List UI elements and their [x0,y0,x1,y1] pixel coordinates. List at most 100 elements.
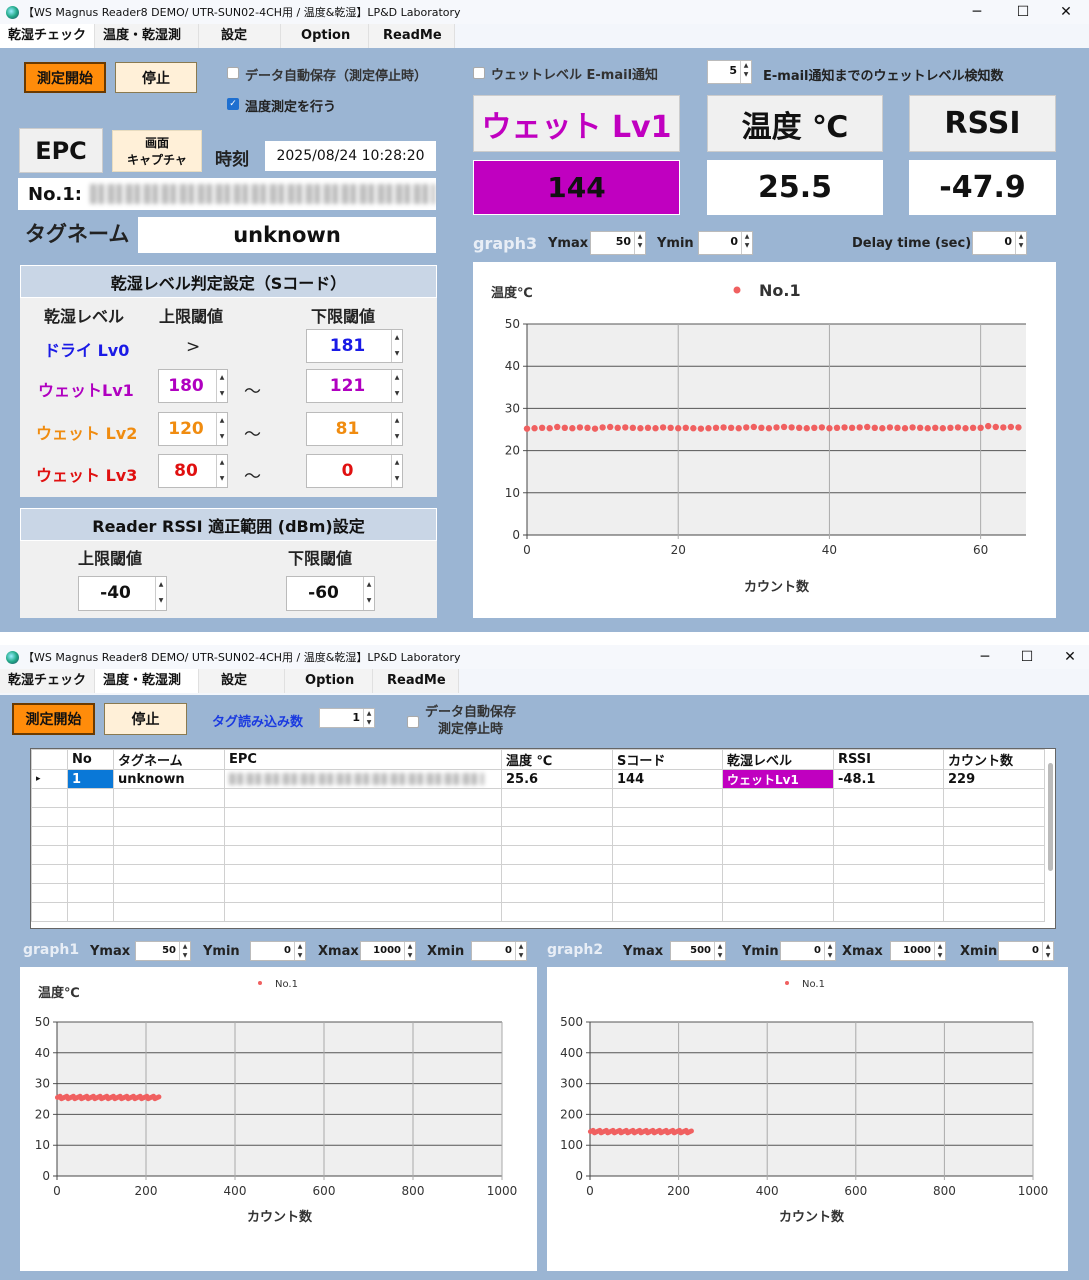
column-header[interactable]: RSSI [833,749,944,770]
cell-tagname[interactable]: unknown [113,769,225,789]
tab-readme[interactable]: ReadMe [373,669,460,693]
y-tick-label: 300 [560,1077,583,1091]
spinner-arrows-icon[interactable]: ▲ ▼ [740,61,751,83]
cell-rssi[interactable]: -48.1 [833,769,944,789]
spinner-arrows-icon[interactable]: ▲ ▼ [714,942,725,960]
email-notify-label: ウェットレベル E-mail通知 [491,68,659,83]
tab-settings[interactable]: 設定 [199,669,286,693]
column-header[interactable]: タグネーム [113,749,225,770]
temp-measure-checkbox[interactable]: ✓ [227,98,239,110]
y-tick-label: 400 [560,1046,583,1060]
cell-count[interactable]: 229 [943,769,1045,789]
spinner-arrows-icon[interactable]: ▲ ▼ [515,942,526,960]
graph1-xmin-spinner[interactable]: 0 ▲ ▼ [471,941,527,961]
email-notify-checkbox[interactable] [473,67,485,79]
column-header[interactable]: 乾湿レベル [722,749,834,770]
delay-time-spinner[interactable]: 0 ▲ ▼ [972,231,1027,255]
close-icon[interactable]: ✕ [1043,0,1089,24]
epc-blurred-value [90,184,435,204]
maximize-icon[interactable]: ☐ [1000,0,1046,24]
epc-button[interactable]: EPC [19,128,103,173]
level-upper-spinner-3[interactable]: 80 ▲ ▼ [158,454,228,488]
empty-cell [943,807,1045,827]
start-measure-button[interactable]: 測定開始 [24,62,106,93]
spinner-arrows-icon[interactable]: ▲ ▼ [179,942,190,960]
spinner-arrows-icon[interactable]: ▲ ▼ [216,370,227,402]
epc-cell[interactable] [224,769,502,789]
spinner-arrows-icon[interactable]: ▲ ▼ [391,455,402,487]
close-icon[interactable]: ✕ [1047,645,1089,669]
row-selector-icon[interactable]: ▸ [31,769,68,789]
minimize-icon[interactable]: ─ [954,0,1000,24]
spinner-arrows-icon[interactable]: ▲ ▼ [155,577,166,610]
level-upper-spinner-2[interactable]: 120 ▲ ▼ [158,412,228,446]
column-header[interactable]: No [67,749,114,770]
spinner-arrows-icon[interactable]: ▲ ▼ [404,942,415,960]
graph1-ymax-spinner[interactable]: 50 ▲ ▼ [135,941,191,961]
empty-cell [224,864,502,884]
spinner-arrows-icon[interactable]: ▲ ▼ [391,413,402,445]
table-row[interactable]: ▸ 1 unknown 25.6 144 ウェットLv1 -48.1 229 [31,769,1045,789]
spinner-arrows-icon[interactable]: ▲ ▼ [391,330,402,362]
column-header[interactable]: Sコード [612,749,723,770]
rssi-lower-spinner[interactable]: -60 ▲ ▼ [286,576,375,611]
empty-cell [31,864,68,884]
graph3-ymin-spinner[interactable]: 0 ▲ ▼ [698,231,753,255]
grid-scrollbar[interactable] [1048,763,1053,871]
graph3-ymax-spinner[interactable]: 50 ▲ ▼ [590,231,646,255]
cell-scode[interactable]: 144 [612,769,723,789]
tag-count-spinner[interactable]: 1 ▲ ▼ [319,708,375,728]
tab-option[interactable]: Option [281,24,370,48]
start-measure-button[interactable]: 測定開始 [12,703,95,735]
tab-temp-measure[interactable]: 温度・乾湿測定 [95,669,200,712]
rssi-upper-spinner[interactable]: -40 ▲ ▼ [78,576,167,611]
legend-marker-icon [733,286,741,294]
spinner-arrows-icon[interactable]: ▲ ▼ [934,942,945,960]
spinner-arrows-icon[interactable]: ▲ ▼ [363,577,374,610]
tab-option[interactable]: Option [285,669,374,693]
spinner-arrows-icon[interactable]: ▲ ▼ [634,232,645,254]
graph1-ymin-spinner[interactable]: 0 ▲ ▼ [250,941,306,961]
level-lower-spinner-2[interactable]: 81 ▲ ▼ [306,412,403,446]
tab-dryness-check[interactable]: 乾湿チェック [0,24,96,48]
column-header[interactable]: EPC [224,749,502,770]
tab-settings[interactable]: 設定 [199,24,282,48]
empty-cell [612,902,723,922]
spinner-arrows-icon[interactable]: ▲ ▼ [1042,942,1053,960]
cell-temp[interactable]: 25.6 [501,769,613,789]
graph1-xmax-spinner[interactable]: 1000 ▲ ▼ [360,941,416,961]
autosave-checkbox[interactable] [407,716,419,728]
screen-capture-button[interactable]: 画面 キャプチャ [112,130,202,172]
cell-no[interactable]: 1 [67,769,114,789]
graph2-ymin-spinner[interactable]: 0 ▲ ▼ [780,941,836,961]
tab-temp-measure[interactable]: 温度・乾湿測定 [95,24,200,67]
stop-button[interactable]: 停止 [104,703,187,735]
level-lower-spinner-0[interactable]: 181 ▲ ▼ [306,329,403,363]
tab-dryness-check[interactable]: 乾湿チェック [0,669,96,693]
spinner-arrows-icon[interactable]: ▲ ▼ [824,942,835,960]
spinner-arrows-icon[interactable]: ▲ ▼ [294,942,305,960]
spinner-arrows-icon[interactable]: ▲ ▼ [741,232,752,254]
data-point [856,424,863,431]
maximize-icon[interactable]: ☐ [1004,645,1050,669]
level-lower-spinner-3[interactable]: 0 ▲ ▼ [306,454,403,488]
column-header[interactable]: 温度 ℃ [501,749,613,770]
level-lower-value: 81 [335,419,360,439]
level-upper-spinner-1[interactable]: 180 ▲ ▼ [158,369,228,403]
column-header[interactable]: カウント数 [943,749,1045,770]
spinner-arrows-icon[interactable]: ▲ ▼ [216,455,227,487]
level-lower-spinner-1[interactable]: 121 ▲ ▼ [306,369,403,403]
stop-button[interactable]: 停止 [115,62,197,93]
graph2-xmax-spinner[interactable]: 1000 ▲ ▼ [890,941,946,961]
graph2-xmin-spinner[interactable]: 0 ▲ ▼ [998,941,1054,961]
autosave-checkbox[interactable] [227,67,239,79]
tab-readme[interactable]: ReadMe [369,24,456,48]
email-count-spinner[interactable]: 5 ▲ ▼ [707,60,752,84]
minimize-icon[interactable]: ─ [962,645,1008,669]
spinner-arrows-icon[interactable]: ▲ ▼ [363,709,374,727]
spinner-arrows-icon[interactable]: ▲ ▼ [1015,232,1026,254]
graph2-ymax-spinner[interactable]: 500 ▲ ▼ [670,941,726,961]
spinner-arrows-icon[interactable]: ▲ ▼ [391,370,402,402]
spinner-arrows-icon[interactable]: ▲ ▼ [216,413,227,445]
cell-level[interactable]: ウェットLv1 [722,769,834,789]
